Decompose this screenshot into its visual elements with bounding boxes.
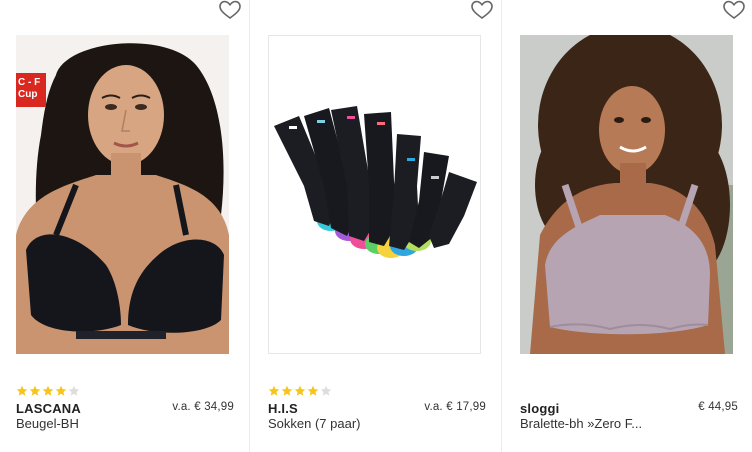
product-card-his[interactable]: H.I.S Sokken (7 paar) v.a. € 17,99 [252, 0, 500, 452]
product-brand[interactable]: H.I.S [268, 401, 298, 416]
product-brand[interactable]: sloggi [520, 401, 559, 416]
heart-outline-icon [471, 0, 493, 19]
rating-stars [16, 385, 80, 397]
product-price: v.a. € 17,99 [424, 401, 486, 413]
star-filled-icon [55, 385, 67, 396]
product-brand[interactable]: LASCANA [16, 401, 81, 416]
star-empty-icon [68, 385, 80, 396]
product-card-lascana[interactable]: C - F Cup LASCANA Beugel-BH v.a. € 34,99 [0, 0, 248, 452]
heart-outline-icon [219, 0, 241, 19]
star-filled-icon [294, 385, 306, 396]
product-card-sloggi[interactable]: sloggi Bralette-bh »Zero F... € 44,95 [504, 0, 752, 452]
star-filled-icon [16, 385, 28, 396]
product-name[interactable]: Beugel-BH [16, 416, 79, 431]
star-filled-icon [281, 385, 293, 396]
badge-line-2: Cup [18, 89, 38, 100]
cup-size-badge: C - F Cup [16, 73, 46, 107]
product-image-socks[interactable] [268, 35, 481, 354]
star-empty-icon [320, 385, 332, 396]
wishlist-button[interactable] [470, 0, 494, 20]
wishlist-button[interactable] [218, 0, 242, 20]
star-filled-icon [29, 385, 41, 396]
card-divider [249, 0, 250, 452]
star-filled-icon [42, 385, 54, 396]
product-image-bra[interactable]: C - F Cup [16, 35, 229, 354]
product-grid: C - F Cup LASCANA Beugel-BH v.a. € 34,99 [0, 0, 752, 452]
star-filled-icon [307, 385, 319, 396]
card-divider [501, 0, 502, 452]
badge-line-1: C - F [18, 77, 41, 88]
product-name[interactable]: Sokken (7 paar) [268, 416, 361, 431]
product-price: v.a. € 34,99 [172, 401, 234, 413]
product-price: € 44,95 [698, 401, 738, 413]
heart-outline-icon [723, 0, 745, 19]
rating-stars [268, 385, 332, 397]
product-image-bralette[interactable] [520, 35, 733, 354]
product-name[interactable]: Bralette-bh »Zero F... [520, 416, 642, 431]
star-filled-icon [268, 385, 280, 396]
wishlist-button[interactable] [722, 0, 746, 20]
